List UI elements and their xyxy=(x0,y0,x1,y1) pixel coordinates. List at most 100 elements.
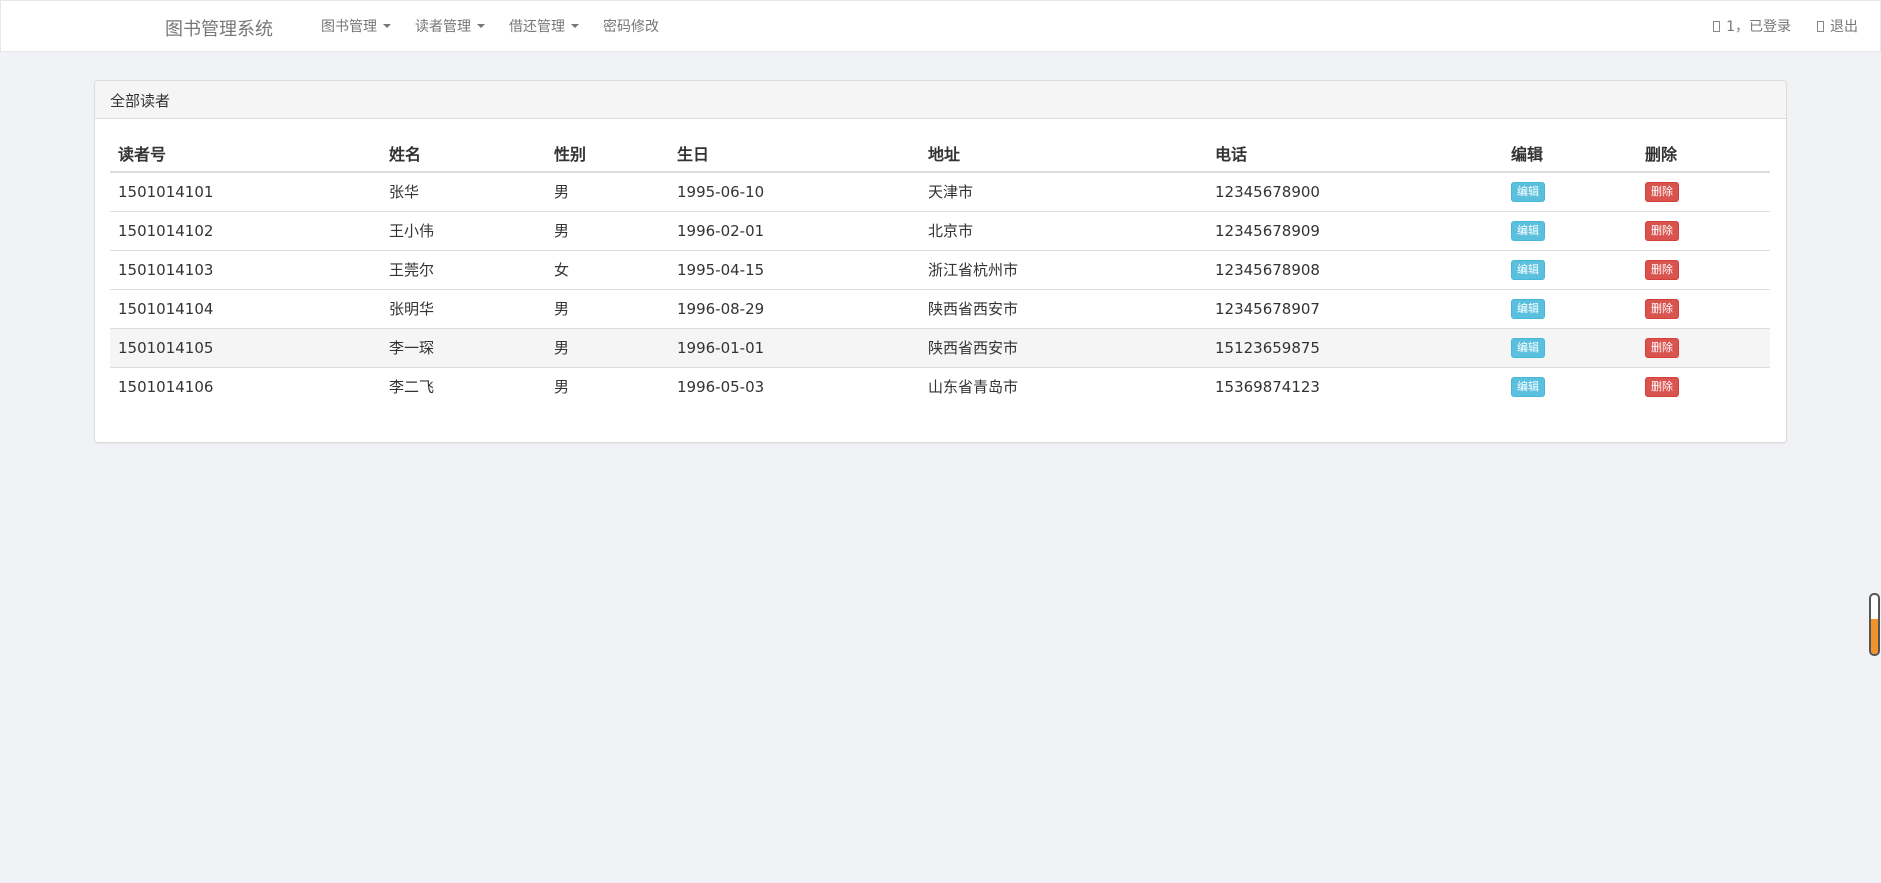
menu-label: 借还管理 xyxy=(509,19,565,35)
chevron-down-icon xyxy=(477,24,485,28)
cell-address: 山东省青岛市 xyxy=(920,366,1207,406)
chevron-down-icon xyxy=(383,24,391,28)
cell-reader-id: 1501014102 xyxy=(110,210,381,250)
cell-reader-id: 1501014103 xyxy=(110,249,381,289)
cell-phone: 15369874123 xyxy=(1207,366,1503,406)
cell-reader-id: 1501014105 xyxy=(110,327,381,367)
menu-change-password[interactable]: 密码修改 xyxy=(591,1,671,51)
readers-table: 读者号 姓名 性别 生日 地址 电话 编辑 删除 1501014101 张华 男… xyxy=(110,134,1770,406)
delete-button[interactable]: 删除 xyxy=(1645,299,1679,319)
readers-panel: 全部读者 读者号 姓名 性别 生日 地址 电话 编辑 删除 1501014101… xyxy=(94,80,1787,443)
column-header-edit: 编辑 xyxy=(1503,134,1637,173)
cell-birthday: 1996-05-03 xyxy=(669,366,920,406)
cell-delete: 删除 xyxy=(1637,172,1770,211)
menu-reader-management[interactable]: 读者管理 xyxy=(403,1,497,51)
main-menu: 图书管理 读者管理 借还管理 密码修改 xyxy=(309,1,671,51)
logout-link[interactable]: 退出 xyxy=(1817,16,1858,36)
cell-gender: 男 xyxy=(554,183,570,202)
delete-button[interactable]: 删除 xyxy=(1645,182,1679,203)
cell-gender: 男 xyxy=(546,327,669,367)
table-row: 1501014106 李二飞 男 1996-05-03 山东省青岛市 15369… xyxy=(110,366,1770,406)
brand-title[interactable]: 图书管理系统 xyxy=(165,15,273,41)
cell-name: 张华 xyxy=(389,183,420,202)
menu-book-management[interactable]: 图书管理 xyxy=(309,1,403,51)
cell-address: 北京市 xyxy=(920,210,1207,250)
menu-label: 密码修改 xyxy=(603,19,659,35)
column-header-gender: 性别 xyxy=(546,134,669,173)
user-status-link[interactable]: 1，已登录 xyxy=(1713,16,1791,36)
table-header-row: 读者号 姓名 性别 生日 地址 电话 编辑 删除 xyxy=(110,134,1770,173)
top-navbar: 图书管理系统 图书管理 读者管理 借还管理 密码修改 1，已登录 退出 xyxy=(0,0,1881,52)
chevron-down-icon xyxy=(571,24,579,28)
panel-title: 全部读者 xyxy=(95,81,1786,119)
cell-phone: 15123659875 xyxy=(1207,327,1503,367)
cell-address: 陕西省西安市 xyxy=(920,288,1207,328)
cell-edit: 编辑 xyxy=(1503,288,1637,328)
scroll-indicator-fill xyxy=(1871,618,1878,654)
cell-edit: 编辑 xyxy=(1503,366,1637,406)
cell-name: 张明华 xyxy=(381,288,546,328)
delete-button[interactable]: 删除 xyxy=(1645,377,1679,398)
cell-edit: 编辑 xyxy=(1503,210,1637,250)
cell-edit: 编辑 xyxy=(1503,172,1637,211)
cell-birthday: 1996-02-01 xyxy=(669,210,920,250)
cell-name: 王莞尔 xyxy=(381,249,546,289)
cell-delete: 删除 xyxy=(1637,366,1770,406)
delete-button[interactable]: 删除 xyxy=(1645,338,1679,358)
cell-gender: 男 xyxy=(546,366,669,406)
cell-birthday: 1995-06-10 xyxy=(677,182,765,201)
user-icon xyxy=(1713,20,1721,32)
logout-text: 退出 xyxy=(1830,19,1858,35)
menu-label: 图书管理 xyxy=(321,19,377,35)
cell-phone: 12345678909 xyxy=(1207,210,1503,250)
cell-birthday: 1996-08-29 xyxy=(669,288,920,328)
menu-label: 读者管理 xyxy=(415,19,471,35)
table-row: 1501014101 张华 男 1995-06-10 天津市 123456789… xyxy=(110,172,1770,211)
delete-button[interactable]: 删除 xyxy=(1645,221,1679,241)
cell-reader-id: 1501014104 xyxy=(110,288,381,328)
table-row: 1501014102 王小伟 男 1996-02-01 北京市 12345678… xyxy=(110,210,1770,250)
table-row: 1501014104 张明华 男 1996-08-29 陕西省西安市 12345… xyxy=(110,288,1770,328)
cell-phone: 12345678907 xyxy=(1207,288,1503,328)
edit-button[interactable]: 编辑 xyxy=(1511,260,1545,280)
edit-button[interactable]: 编辑 xyxy=(1511,182,1545,203)
edit-button[interactable]: 编辑 xyxy=(1511,299,1545,319)
cell-gender: 男 xyxy=(546,288,669,328)
table-row: 1501014103 王莞尔 女 1995-04-15 浙江省杭州市 12345… xyxy=(110,249,1770,289)
cell-name: 王小伟 xyxy=(381,210,546,250)
cell-edit: 编辑 xyxy=(1503,249,1637,289)
cell-phone: 12345678900 xyxy=(1215,182,1320,201)
column-header-reader-id: 读者号 xyxy=(110,134,381,173)
scroll-indicator[interactable] xyxy=(1869,593,1880,656)
menu-borrow-return-management[interactable]: 借还管理 xyxy=(497,1,591,51)
user-status-text: 1，已登录 xyxy=(1726,19,1791,35)
column-header-birthday: 生日 xyxy=(669,134,920,173)
edit-button[interactable]: 编辑 xyxy=(1511,221,1545,241)
panel-body: 读者号 姓名 性别 生日 地址 电话 编辑 删除 1501014101 张华 男… xyxy=(95,119,1786,421)
cell-delete: 删除 xyxy=(1637,288,1770,328)
edit-button[interactable]: 编辑 xyxy=(1511,377,1545,398)
column-header-phone: 电话 xyxy=(1207,134,1503,173)
edit-button[interactable]: 编辑 xyxy=(1511,338,1545,358)
cell-gender: 女 xyxy=(546,249,669,289)
cell-edit: 编辑 xyxy=(1503,327,1637,367)
cell-phone: 12345678908 xyxy=(1207,249,1503,289)
column-header-address: 地址 xyxy=(920,134,1207,173)
cell-address: 浙江省杭州市 xyxy=(920,249,1207,289)
cell-delete: 删除 xyxy=(1637,249,1770,289)
cell-name: 李一琛 xyxy=(381,327,546,367)
cell-address: 天津市 xyxy=(928,183,974,202)
cell-delete: 删除 xyxy=(1637,327,1770,367)
cell-reader-id: 1501014106 xyxy=(110,366,381,406)
column-header-name: 姓名 xyxy=(381,134,546,173)
column-header-delete: 删除 xyxy=(1637,134,1770,173)
cell-name: 李二飞 xyxy=(381,366,546,406)
table-row: 1501014105 李一琛 男 1996-01-01 陕西省西安市 15123… xyxy=(110,327,1770,367)
cell-birthday: 1995-04-15 xyxy=(669,249,920,289)
cell-address: 陕西省西安市 xyxy=(920,327,1207,367)
delete-button[interactable]: 删除 xyxy=(1645,260,1679,280)
cell-reader-id: 1501014101 xyxy=(118,182,214,201)
cell-delete: 删除 xyxy=(1637,210,1770,250)
nav-right: 1，已登录 退出 xyxy=(1713,1,1858,51)
cell-gender: 男 xyxy=(546,210,669,250)
